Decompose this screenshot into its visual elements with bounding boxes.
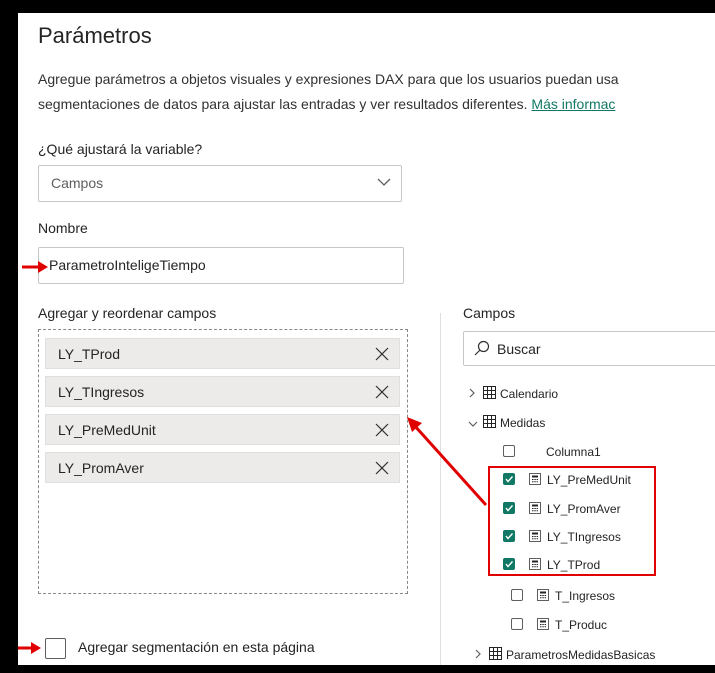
- annotation-arrow-fields: [407, 417, 488, 507]
- screenshot-frame: Parámetros Agregue parámetros a objetos …: [0, 0, 715, 673]
- parameters-dialog: Parámetros Agregue parámetros a objetos …: [18, 13, 715, 665]
- annotation-arrows: [18, 261, 488, 654]
- annotation-arrow-slicer: [18, 642, 41, 654]
- annotation-arrow-name: [22, 261, 48, 273]
